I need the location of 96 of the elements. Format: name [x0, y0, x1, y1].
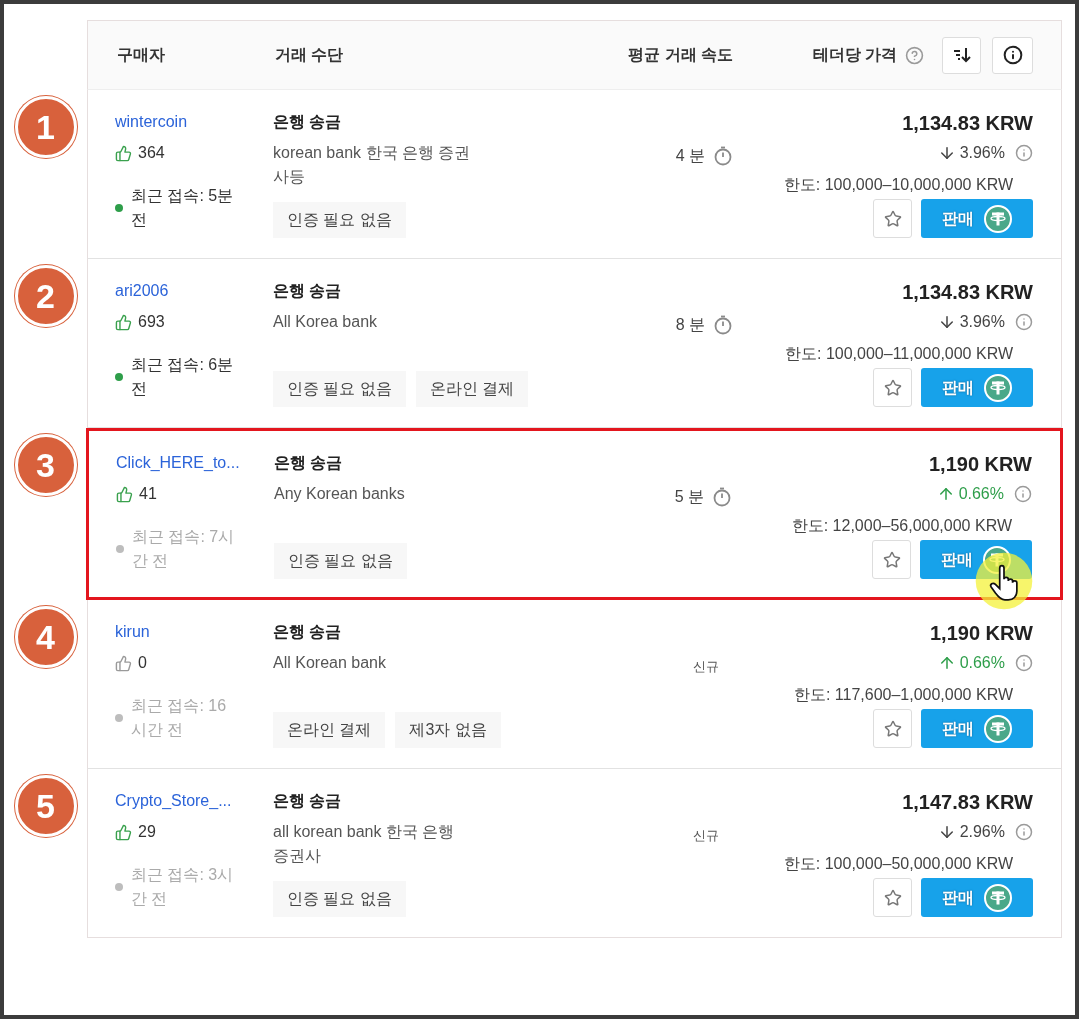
payment-description: Any Korean banks: [274, 484, 406, 504]
rating-count: 29: [138, 822, 156, 842]
trade-time: 4 분: [675, 146, 705, 166]
stopwatch-icon: [712, 487, 732, 507]
sell-label: 판매: [942, 887, 974, 908]
step-number: 2: [14, 265, 77, 327]
requirement-tag: 인증 필요 없음: [273, 202, 406, 238]
sell-label: 판매: [942, 718, 974, 739]
buyer-name-link[interactable]: ari2006: [115, 279, 273, 303]
payment-method-title: 은행 송금: [274, 453, 344, 473]
step-number: 1: [14, 96, 77, 158]
last-seen-text: 최근 접속: 3시간 전: [131, 865, 235, 909]
column-header: 구매자: [117, 45, 166, 65]
trade-time: 5 분: [674, 487, 704, 507]
tether-coin-icon: [984, 883, 1012, 912]
buyer-name-link[interactable]: kirun: [115, 620, 273, 644]
trade-time: 8 분: [675, 315, 705, 335]
favorite-button[interactable]: [873, 199, 912, 238]
tether-coin-icon: [984, 714, 1012, 743]
price-change: 0.66%: [959, 653, 1005, 673]
trade-limit: 한도: 100,000–10,000,000 KRW: [783, 175, 1013, 195]
sell-label: 판매: [942, 208, 974, 229]
requirement-tag: 온라인 결제: [415, 371, 529, 407]
sell-label: 판매: [942, 377, 974, 398]
stopwatch-icon: [713, 146, 733, 166]
buyer-name-link[interactable]: wintercoin: [115, 110, 273, 134]
info-icon[interactable]: [1015, 823, 1033, 841]
column-header: 평균 거래 속도: [628, 45, 733, 65]
price-change: 3.96%: [959, 312, 1005, 332]
sort-button[interactable]: [942, 36, 981, 74]
payment-description: All Korea bank: [273, 312, 379, 332]
tether-coin-icon: [984, 204, 1012, 233]
last-seen-text: 최근 접속: 16시간 전: [131, 696, 228, 740]
price-per-tether: 1,190 KRW: [929, 452, 1032, 477]
new-label: 신규: [693, 659, 719, 674]
favorite-button[interactable]: [873, 368, 912, 407]
requirement-tag: 제3자 없음: [395, 712, 501, 748]
step-number: 3: [14, 434, 77, 496]
requirement-tag: 인증 필요 없음: [274, 543, 407, 579]
trade-limit: 한도: 100,000–50,000,000 KRW: [783, 854, 1013, 874]
buyer-name-link[interactable]: Crypto_Store_...: [115, 789, 273, 813]
price-per-tether: 1,190 KRW: [930, 621, 1033, 646]
step-number: 5: [14, 775, 77, 837]
rating-count: 364: [138, 143, 165, 163]
star-icon: [883, 378, 902, 397]
favorite-button[interactable]: [873, 709, 912, 748]
requirement-tag: 인증 필요 없음: [273, 371, 406, 407]
payment-description: korean bank 한국 은행 증권사등: [273, 143, 472, 187]
trade-limit: 한도: 12,000–56,000,000 KRW: [791, 516, 1012, 536]
new-label: 신규: [693, 828, 719, 843]
help-icon[interactable]: [905, 45, 924, 65]
rating-count: 0: [138, 653, 147, 673]
payment-method-title: 은행 송금: [273, 112, 343, 132]
trade-limit: 한도: 100,000–11,000,000 KRW: [785, 344, 1013, 364]
payment-description: All Korean bank: [273, 653, 387, 673]
rating-count: 41: [139, 484, 157, 504]
payment-description: all korean bank 한국 은행 증권사: [273, 822, 456, 866]
price-per-tether: 1,134.83 KRW: [902, 280, 1033, 305]
trade-limit: 한도: 117,600–1,000,000 KRW: [793, 685, 1013, 705]
column-header: 테더당 가격: [812, 45, 897, 65]
payment-method-title: 은행 송금: [273, 791, 343, 811]
buyer-name-link[interactable]: Click_HERE_to...: [116, 451, 274, 475]
price-change: 0.66%: [958, 484, 1004, 504]
payment-method-title: 은행 송금: [273, 622, 343, 642]
price-change: 2.96%: [959, 822, 1005, 842]
info-icon[interactable]: [1015, 654, 1033, 672]
sell-label: 판매: [941, 549, 973, 570]
sell-button[interactable]: 판매: [921, 199, 1033, 238]
star-icon: [883, 719, 902, 738]
last-seen-text: 최근 접속: 5분 전: [131, 186, 235, 230]
info-icon: [1002, 45, 1023, 65]
info-icon[interactable]: [1014, 485, 1032, 503]
column-header: 거래 수단: [275, 45, 345, 65]
sell-button[interactable]: 판매: [921, 368, 1033, 407]
favorite-button[interactable]: [872, 540, 911, 579]
star-icon: [883, 209, 902, 228]
last-seen-text: 최근 접속: 7시간 전: [132, 527, 236, 571]
info-button[interactable]: [992, 36, 1033, 74]
step-number: 4: [14, 606, 77, 668]
stopwatch-icon: [713, 315, 733, 335]
star-icon: [882, 550, 901, 569]
payment-method-title: 은행 송금: [273, 281, 343, 301]
tether-coin-icon: [984, 373, 1012, 402]
price-per-tether: 1,147.83 KRW: [902, 790, 1033, 815]
requirement-tag: 인증 필요 없음: [273, 881, 406, 917]
rating-count: 693: [138, 312, 165, 332]
favorite-button[interactable]: [873, 878, 912, 917]
price-change: 3.96%: [959, 143, 1005, 163]
info-icon[interactable]: [1015, 313, 1033, 331]
star-icon: [883, 888, 902, 907]
last-seen-text: 최근 접속: 6분 전: [131, 355, 235, 399]
sell-button[interactable]: 판매: [921, 709, 1033, 748]
info-icon[interactable]: [1015, 144, 1033, 162]
requirement-tag: 온라인 결제: [273, 712, 386, 748]
sell-button[interactable]: 판매: [921, 878, 1033, 917]
price-per-tether: 1,134.83 KRW: [902, 111, 1033, 136]
